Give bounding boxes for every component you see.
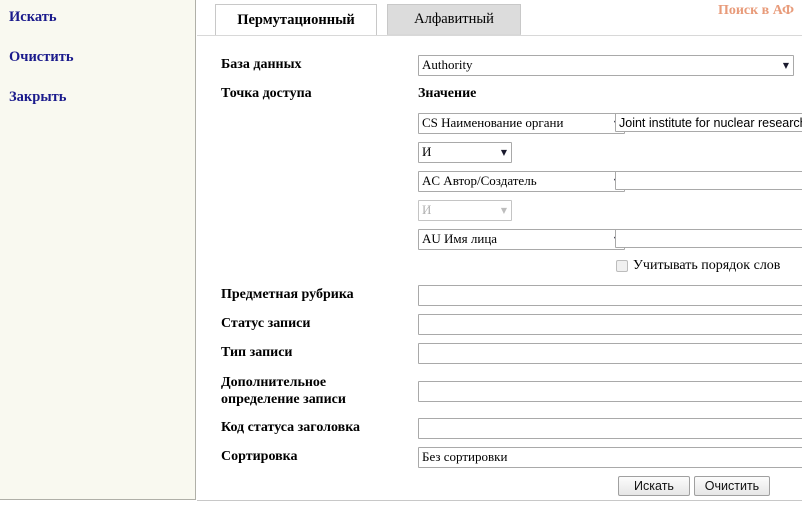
input-value-1[interactable]	[615, 113, 802, 132]
label-subject-heading: Предметная рубрика	[221, 287, 354, 302]
select-record-status[interactable]: ▼	[418, 314, 802, 335]
select-access-point-3-value: AU Имя лица	[422, 231, 498, 246]
tab-permutational[interactable]: Пермутационный	[215, 4, 377, 35]
select-operator-1[interactable]: И ▼	[418, 142, 512, 163]
select-heading-status-code[interactable]: ▼	[418, 418, 802, 439]
select-sorting-value: Без сортировки	[422, 449, 508, 464]
select-operator-2[interactable]: И ▼	[418, 200, 512, 221]
column-header-access-point: Точка доступа	[221, 86, 312, 101]
select-access-point-1-value: CS Наименование органи	[422, 115, 564, 130]
column-header-value: Значение	[418, 86, 477, 101]
label-sorting: Сортировка	[221, 449, 298, 464]
sidebar-link-close[interactable]: Закрыть	[9, 88, 195, 106]
chevron-down-icon: ▼	[500, 147, 507, 157]
word-order-checkbox-row[interactable]: Учитывать порядок слов	[616, 258, 780, 274]
label-additional-record-definition: Дополнительное определение записи	[221, 375, 346, 407]
label-record-type: Тип записи	[221, 345, 293, 360]
chevron-down-icon: ▼	[500, 205, 507, 215]
label-database: База данных	[221, 57, 302, 72]
select-subject-heading[interactable]: ▼	[418, 285, 802, 306]
select-access-point-2-value: AC Автор/Создатель	[422, 173, 537, 188]
select-access-point-1[interactable]: CS Наименование органи ▼	[418, 113, 625, 134]
tab-strip: Пермутационный Алфавитный	[197, 0, 802, 36]
select-database[interactable]: Authority ▼	[418, 55, 794, 76]
select-operator-1-value: И	[422, 144, 432, 159]
clear-button[interactable]: Очистить	[694, 476, 770, 496]
select-access-point-2[interactable]: AC Автор/Создатель ▼	[418, 171, 625, 192]
sidebar: Искать Очистить Закрыть	[0, 0, 196, 500]
word-order-checkbox[interactable]	[616, 260, 628, 272]
label-record-status: Статус записи	[221, 316, 311, 331]
select-additional-record-definition[interactable]: ▼	[418, 381, 802, 402]
select-access-point-3[interactable]: AU Имя лица ▼	[418, 229, 625, 250]
select-operator-2-value: И	[422, 202, 432, 217]
sidebar-link-search[interactable]: Искать	[9, 8, 195, 26]
select-record-type[interactable]: ▼	[418, 343, 802, 364]
sidebar-link-clear[interactable]: Очистить	[9, 48, 195, 66]
input-value-3[interactable]	[615, 229, 802, 248]
select-sorting[interactable]: Без сортировки ▼	[418, 447, 802, 468]
word-order-label: Учитывать порядок слов	[633, 258, 781, 273]
input-value-2[interactable]	[615, 171, 802, 190]
tab-alphabetical[interactable]: Алфавитный	[387, 4, 521, 35]
label-heading-status-code: Код статуса заголовка	[221, 420, 361, 435]
search-form-panel: База данных Authority ▼ Точка доступа Зн…	[197, 36, 802, 501]
brand-title: Поиск в АФ	[717, 3, 794, 18]
select-database-value: Authority	[422, 57, 473, 72]
search-button[interactable]: Искать	[618, 476, 690, 496]
chevron-down-icon: ▼	[782, 60, 789, 70]
search-authority-page: Искать Очистить Закрыть Пермутационный А…	[0, 0, 802, 513]
